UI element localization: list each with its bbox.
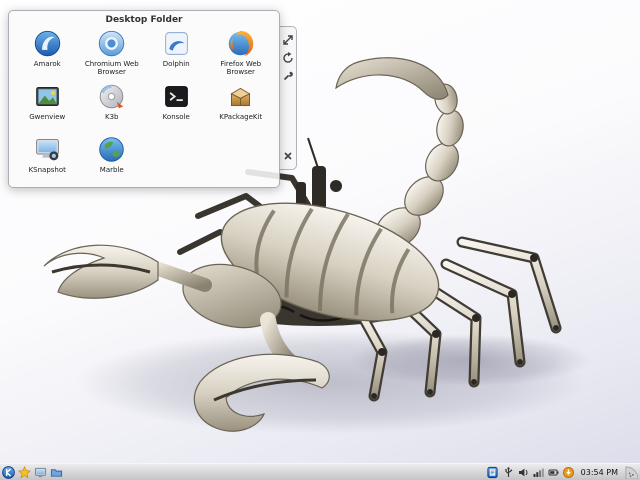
folder-icon[interactable] bbox=[50, 466, 63, 479]
folder-view-title: Desktop Folder bbox=[105, 15, 183, 25]
desktop: Desktop Folder Amarok Chromium Web Brows… bbox=[0, 0, 640, 480]
device-notifier-icon[interactable] bbox=[503, 466, 514, 478]
panel-cashew-icon[interactable] bbox=[625, 466, 638, 479]
ksnapshot-icon bbox=[35, 139, 59, 161]
gwenview-icon bbox=[35, 86, 59, 107]
icon-label: Dolphin bbox=[162, 60, 190, 68]
panel-launchers bbox=[0, 465, 63, 479]
desktop-icon-chromium[interactable]: Chromium Web Browser bbox=[80, 29, 145, 77]
icon-label: K3b bbox=[105, 113, 119, 121]
system-tray: 03:54 PM bbox=[486, 466, 640, 479]
desktop-icon-konsole[interactable]: Konsole bbox=[144, 82, 209, 130]
show-desktop-icon[interactable] bbox=[34, 466, 47, 479]
desktop-icon-marble[interactable]: Marble bbox=[80, 135, 145, 183]
widget-handle bbox=[279, 26, 297, 170]
icon-label: Firefox Web Browser bbox=[220, 60, 262, 77]
dolphin-icon bbox=[164, 32, 188, 55]
folder-view-grid: Amarok Chromium Web Browser Dolphin Fire… bbox=[9, 25, 279, 183]
icon-label: KPackageKit bbox=[219, 113, 263, 121]
icon-label: Marble bbox=[99, 166, 124, 174]
desktop-icon-firefox[interactable]: Firefox Web Browser bbox=[209, 29, 274, 77]
desktop-icon-k3b[interactable]: K3b bbox=[80, 82, 145, 130]
desktop-icon-gwenview[interactable]: Gwenview bbox=[15, 82, 80, 130]
rotate-icon[interactable] bbox=[282, 52, 294, 64]
kickoff-menu-icon[interactable] bbox=[2, 465, 15, 479]
icon-label: Gwenview bbox=[29, 113, 66, 121]
konsole-icon bbox=[164, 86, 188, 107]
icon-label: Konsole bbox=[162, 113, 190, 121]
battery-icon[interactable] bbox=[548, 467, 559, 478]
configure-icon[interactable] bbox=[282, 70, 294, 82]
close-icon[interactable] bbox=[282, 150, 294, 162]
firefox-icon bbox=[228, 30, 254, 57]
k3b-icon bbox=[99, 84, 124, 109]
desktop-icon-ksnapshot[interactable]: KSnapshot bbox=[15, 135, 80, 183]
taskbar-panel: 03:54 PM bbox=[0, 463, 640, 480]
kpackagekit-icon bbox=[230, 87, 251, 107]
icon-label: Chromium Web Browser bbox=[84, 60, 139, 77]
icon-label: KSnapshot bbox=[28, 166, 66, 174]
desktop-icon-dolphin[interactable]: Dolphin bbox=[144, 29, 209, 77]
resize-icon[interactable] bbox=[282, 34, 294, 46]
marble-icon bbox=[99, 137, 124, 162]
network-icon[interactable] bbox=[533, 467, 544, 478]
desktop-icon-amarok[interactable]: Amarok bbox=[15, 29, 80, 77]
bookmarks-icon[interactable] bbox=[18, 465, 31, 479]
updates-icon[interactable] bbox=[562, 466, 574, 478]
chromium-icon bbox=[99, 30, 125, 57]
amarok-icon bbox=[34, 30, 60, 57]
icon-label: Amarok bbox=[33, 60, 61, 68]
klipper-icon[interactable] bbox=[486, 466, 499, 479]
desktop-icon-kpackagekit[interactable]: KPackageKit bbox=[209, 82, 274, 130]
panel-clock[interactable]: 03:54 PM bbox=[578, 468, 621, 477]
folder-view-widget: Desktop Folder Amarok Chromium Web Brows… bbox=[8, 10, 280, 188]
volume-icon[interactable] bbox=[518, 467, 529, 478]
